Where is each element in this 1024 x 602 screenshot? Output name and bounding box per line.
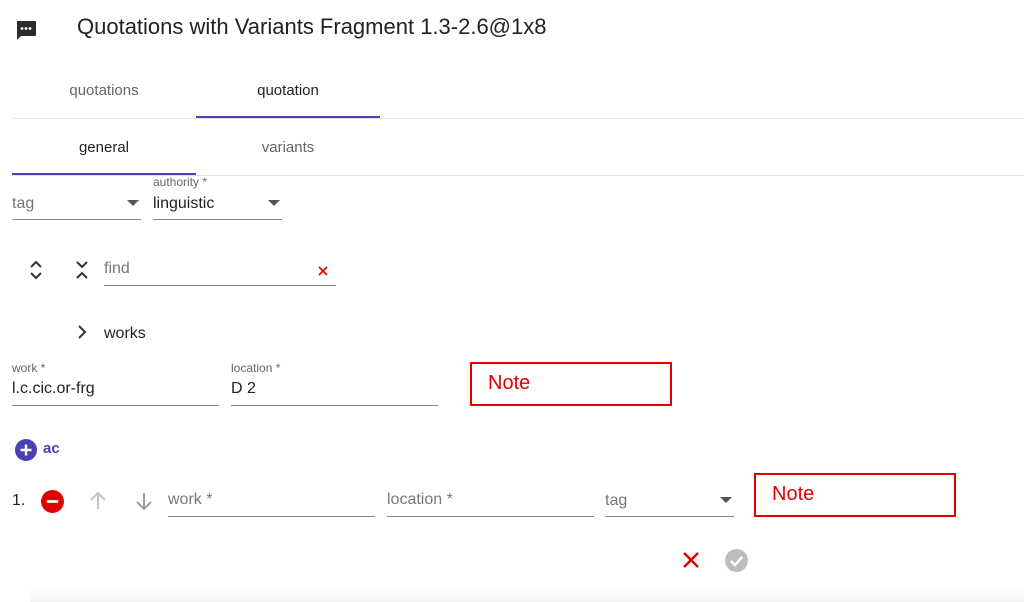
close-icon[interactable] (316, 264, 330, 278)
note-box: Note (470, 362, 672, 406)
dropdown-arrow-icon (268, 200, 280, 206)
tag-select[interactable]: tag (12, 186, 141, 220)
find-placeholder: find (104, 260, 130, 277)
variant-location-placeholder: location * (387, 491, 453, 508)
location-value: D 2 (231, 380, 256, 397)
tag-select-placeholder: tag (12, 195, 35, 212)
find-input[interactable]: find (104, 252, 336, 286)
unfold-more-icon[interactable] (24, 258, 48, 282)
variant-work-field[interactable]: work * (168, 483, 375, 517)
authority-select[interactable]: linguistic (153, 186, 282, 220)
variant-work-placeholder: work * (168, 491, 213, 508)
chevron-right-icon[interactable] (72, 322, 92, 342)
check-circle-icon[interactable] (724, 548, 749, 573)
chat-bubble-icon (14, 18, 38, 42)
row-number: 1. (12, 492, 26, 509)
work-value: l.c.cic.or-frg (12, 380, 95, 397)
unfold-less-icon[interactable] (70, 258, 94, 282)
tabs-divider (12, 118, 1024, 119)
tree-node-works[interactable]: works (104, 325, 146, 343)
tab-general[interactable]: general (12, 139, 196, 156)
variant-note-box: Note (754, 473, 956, 517)
work-field[interactable]: l.c.cic.or-frg (12, 372, 219, 406)
arrow-down-icon[interactable] (133, 489, 155, 513)
tab-variants[interactable]: variants (196, 139, 380, 156)
tab-quotation[interactable]: quotation (196, 82, 380, 99)
location-field[interactable]: D 2 (231, 372, 438, 406)
dropdown-arrow-icon (720, 497, 732, 503)
dropdown-arrow-icon (127, 200, 139, 206)
remove-circle-icon[interactable] (40, 489, 65, 514)
add-button-label[interactable]: ac (43, 440, 60, 457)
page-title: Quotations with Variants Fragment 1.3-2.… (77, 14, 547, 39)
bottom-shadow (30, 588, 1024, 602)
variant-location-field[interactable]: location * (387, 483, 594, 517)
tab-quotations[interactable]: quotations (12, 82, 196, 99)
close-icon[interactable] (679, 548, 703, 572)
authority-value: linguistic (153, 195, 215, 212)
arrow-up-icon[interactable] (87, 489, 109, 513)
variant-tag-placeholder: tag (605, 492, 628, 509)
variant-tag-select[interactable]: tag (605, 483, 734, 517)
add-circle-icon[interactable] (14, 438, 38, 462)
